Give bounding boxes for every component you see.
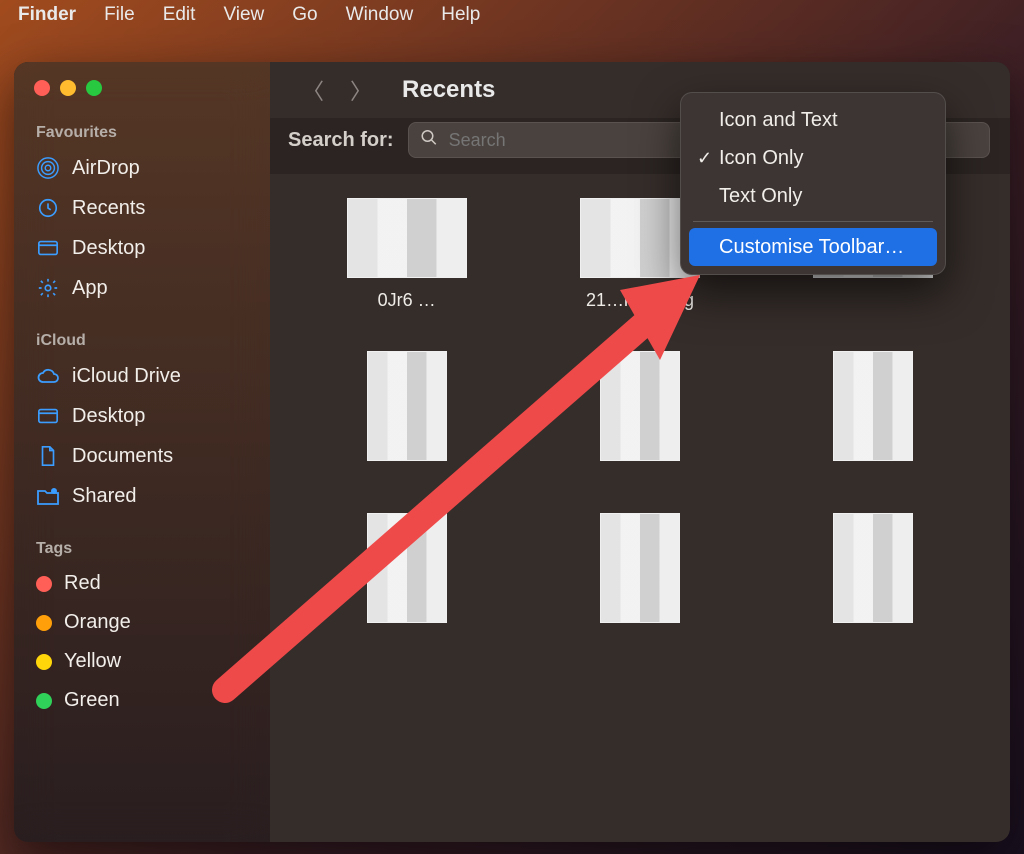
sidebar-tag-orange[interactable]: Orange bbox=[14, 603, 270, 642]
desktop-icon bbox=[36, 236, 60, 260]
file-item[interactable]: 0Jr6 … bbox=[310, 198, 503, 311]
sidebar-item-icloud-desktop[interactable]: Desktop bbox=[14, 396, 270, 436]
tag-dot-icon bbox=[36, 693, 52, 709]
sidebar-item-label: Desktop bbox=[72, 405, 145, 428]
folder-shared-icon bbox=[36, 484, 60, 508]
sidebar-item-label: Red bbox=[64, 572, 101, 595]
cloud-icon bbox=[36, 364, 60, 388]
context-item-label: Customise Toolbar… bbox=[719, 236, 904, 259]
search-icon bbox=[420, 129, 438, 152]
sidebar-item-icloud-drive[interactable]: iCloud Drive bbox=[14, 356, 270, 396]
context-separator bbox=[693, 221, 933, 222]
fullscreen-button[interactable] bbox=[86, 80, 102, 96]
airdrop-icon bbox=[36, 156, 60, 180]
context-item-label: Icon and Text bbox=[719, 109, 838, 132]
sidebar: Favourites AirDrop Recents Desktop App bbox=[14, 62, 270, 842]
menubar-go[interactable]: Go bbox=[292, 4, 317, 26]
minimise-button[interactable] bbox=[60, 80, 76, 96]
check-icon: ✓ bbox=[697, 148, 712, 169]
close-button[interactable] bbox=[34, 80, 50, 96]
context-item-icon-and-text[interactable]: Icon and Text bbox=[689, 101, 937, 139]
clock-icon bbox=[36, 196, 60, 220]
file-item[interactable] bbox=[777, 513, 970, 635]
toolbar-context-menu: Icon and Text ✓ Icon Only Text Only Cust… bbox=[680, 92, 946, 275]
context-item-label: Text Only bbox=[719, 185, 802, 208]
desktop-icon bbox=[36, 404, 60, 428]
sidebar-item-label: AirDrop bbox=[72, 157, 140, 180]
sidebar-item-shared[interactable]: Shared bbox=[14, 476, 270, 516]
sidebar-item-app[interactable]: App bbox=[14, 268, 270, 308]
sidebar-item-documents[interactable]: Documents bbox=[14, 436, 270, 476]
menubar-help[interactable]: Help bbox=[441, 4, 480, 26]
nav-back-button[interactable]: 〈 bbox=[302, 74, 324, 106]
sidebar-item-label: Green bbox=[64, 689, 120, 712]
document-icon bbox=[36, 444, 60, 468]
file-item[interactable] bbox=[310, 351, 503, 473]
file-item[interactable] bbox=[543, 351, 736, 473]
sidebar-tag-red[interactable]: Red bbox=[14, 564, 270, 603]
context-item-customise-toolbar[interactable]: Customise Toolbar… bbox=[689, 228, 937, 266]
sidebar-tag-green[interactable]: Green bbox=[14, 681, 270, 720]
sidebar-item-label: App bbox=[72, 277, 108, 300]
window-traffic-lights bbox=[14, 76, 270, 118]
file-name: 0Jr6 … bbox=[378, 290, 436, 311]
tag-dot-icon bbox=[36, 615, 52, 631]
sidebar-group-favourites: Favourites bbox=[14, 118, 270, 148]
context-item-label: Icon Only bbox=[719, 147, 803, 170]
context-item-text-only[interactable]: Text Only bbox=[689, 177, 937, 215]
file-item[interactable] bbox=[310, 513, 503, 635]
context-item-icon-only[interactable]: ✓ Icon Only bbox=[689, 139, 937, 177]
nav-forward-button[interactable]: 〉 bbox=[350, 74, 372, 106]
tag-dot-icon bbox=[36, 654, 52, 670]
file-name: 21…ic_….jpg bbox=[586, 290, 694, 311]
sidebar-item-label: Yellow bbox=[64, 650, 121, 673]
sidebar-item-desktop[interactable]: Desktop bbox=[14, 228, 270, 268]
menubar-window[interactable]: Window bbox=[346, 4, 414, 26]
sidebar-item-airdrop[interactable]: AirDrop bbox=[14, 148, 270, 188]
search-label: Search for: bbox=[288, 129, 394, 152]
sidebar-item-recents[interactable]: Recents bbox=[14, 188, 270, 228]
sidebar-item-label: Recents bbox=[72, 197, 145, 220]
menubar-app-name[interactable]: Finder bbox=[18, 4, 76, 26]
sidebar-item-label: Shared bbox=[72, 485, 137, 508]
sidebar-item-label: iCloud Drive bbox=[72, 365, 181, 388]
file-item[interactable] bbox=[543, 513, 736, 635]
window-title: Recents bbox=[402, 76, 495, 104]
sidebar-tag-yellow[interactable]: Yellow bbox=[14, 642, 270, 681]
menubar-file[interactable]: File bbox=[104, 4, 135, 26]
sidebar-group-icloud: iCloud bbox=[14, 326, 270, 356]
sidebar-item-label: Orange bbox=[64, 611, 131, 634]
menubar-view[interactable]: View bbox=[223, 4, 264, 26]
tag-dot-icon bbox=[36, 576, 52, 592]
sidebar-item-label: Documents bbox=[72, 445, 173, 468]
menubar-edit[interactable]: Edit bbox=[163, 4, 196, 26]
file-item[interactable] bbox=[777, 351, 970, 473]
sidebar-item-label: Desktop bbox=[72, 237, 145, 260]
gear-icon bbox=[36, 276, 60, 300]
menubar: Finder File Edit View Go Window Help bbox=[0, 0, 1024, 30]
sidebar-group-tags: Tags bbox=[14, 534, 270, 564]
